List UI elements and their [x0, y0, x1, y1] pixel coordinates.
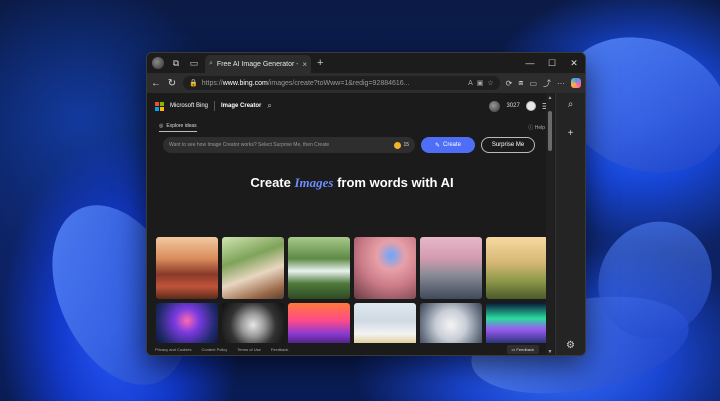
hero-em: Images — [294, 175, 334, 190]
gallery-image-cherry-path[interactable] — [420, 237, 482, 299]
url-path: /images/create?toWww=1&redig=92884616... — [267, 79, 410, 87]
copilot-icon[interactable] — [571, 78, 581, 88]
maximize-icon[interactable]: ☐ — [541, 58, 563, 69]
hero-title: Create Images from words with AI — [147, 175, 557, 191]
gallery-image-picnic[interactable] — [222, 237, 284, 299]
surprise-me-label: Surprise Me — [491, 142, 525, 148]
url-host: www.bing.com — [222, 79, 268, 87]
prompt-row: Want to see how Image Creator works? Sel… — [147, 137, 557, 153]
explore-icon: ◎ — [159, 122, 164, 129]
rewards-points[interactable]: 3027 — [506, 103, 519, 109]
sidebar-search-icon[interactable]: ⌕ — [568, 99, 574, 110]
brand-name[interactable]: Microsoft Bing — [170, 103, 208, 109]
microsoft-logo-icon[interactable] — [155, 101, 164, 111]
footer-link-feedback[interactable]: Feedback — [271, 347, 289, 352]
back-icon[interactable]: ← — [151, 78, 161, 89]
surprise-me-button[interactable]: Surprise Me — [481, 137, 535, 153]
lock-icon: 🔒 — [189, 80, 198, 87]
explore-label: Explore ideas — [166, 122, 197, 129]
extensions-icon[interactable]: ⟳ — [506, 79, 513, 88]
header-divider — [214, 101, 216, 111]
edge-sidebar: ⌕ + ⚙ — [555, 93, 585, 355]
create-button[interactable]: ✎ Create — [421, 137, 475, 153]
close-window-icon[interactable]: ✕ — [563, 58, 585, 69]
scrollbar-thumb[interactable] — [548, 111, 552, 151]
image-grid — [156, 237, 548, 347]
create-sparkle-icon: ✎ — [434, 142, 440, 149]
product-name[interactable]: Image Creator — [221, 103, 261, 109]
split-icon[interactable]: ⧈ — [518, 78, 523, 88]
hero-part1: Create — [250, 175, 295, 190]
help-icon: ⓘ — [528, 124, 534, 131]
boost-count-value: 15 — [403, 142, 409, 148]
help-link[interactable]: ⓘ Help — [528, 124, 545, 131]
address-bar-row: ← ↻ 🔒 https://www.bing.com/images/create… — [147, 73, 585, 93]
screen-cast-icon[interactable]: ▭ — [529, 79, 537, 88]
minimize-icon[interactable]: — — [519, 58, 541, 69]
create-button-label: Create — [443, 142, 462, 148]
boost-count: 15 — [394, 141, 409, 149]
feedback-button[interactable]: ▭ Feedback — [506, 344, 539, 354]
close-tab-icon[interactable]: × — [302, 60, 307, 69]
url-field[interactable]: 🔒 https://www.bing.com/images/create?toW… — [183, 76, 500, 90]
tab-bar: ⧉ ▭ ⌕ Free AI Image Generator - Image × … — [147, 53, 585, 73]
footer-link-content-policy[interactable]: Content Policy — [201, 347, 227, 352]
gallery-image-polar-bear[interactable] — [354, 303, 416, 347]
url-prefix: https:// — [201, 79, 223, 87]
hero-part2: from words with AI — [333, 175, 454, 190]
favorite-star-icon[interactable]: ☆ — [487, 79, 493, 87]
header-search-icon[interactable]: ⌕ — [267, 101, 271, 111]
split-screen-icon[interactable]: ▣ — [477, 79, 484, 87]
prompt-placeholder: Want to see how Image Creator works? Sel… — [169, 142, 330, 148]
tab-explore-ideas[interactable]: ◎ Explore ideas — [159, 123, 197, 132]
scroll-down-icon[interactable]: ▼ — [546, 349, 554, 355]
browser-window: ⧉ ▭ ⌕ Free AI Image Generator - Image × … — [146, 52, 586, 356]
gallery-image-rider-sunset[interactable] — [288, 303, 350, 347]
sidebar-settings-icon[interactable]: ⚙ — [566, 340, 575, 351]
gallery-image-tulips[interactable] — [156, 237, 218, 299]
subnav: ◎ Explore ideas ⓘ Help — [147, 119, 557, 135]
footer-link-terms[interactable]: Terms of Use — [237, 347, 261, 352]
share-icon[interactable]: ⤴ — [543, 78, 551, 89]
refresh-icon[interactable]: ↻ — [167, 78, 177, 89]
help-label: Help — [534, 124, 545, 131]
gallery-image-aurora[interactable] — [486, 303, 548, 347]
page-footer: Privacy and Cookies Content Policy Terms… — [147, 343, 557, 355]
footer-link-privacy[interactable]: Privacy and Cookies — [155, 347, 191, 352]
read-aloud-icon[interactable]: A — [468, 80, 473, 87]
more-options-icon[interactable]: ··· — [557, 79, 565, 88]
gallery-image-moon[interactable] — [222, 303, 284, 347]
gallery-image-waterfall[interactable] — [288, 237, 350, 299]
tab-image-creator[interactable]: ⌕ Free AI Image Generator - Image × — [205, 55, 311, 73]
boost-coin-icon — [394, 141, 402, 149]
sidebar-add-icon[interactable]: + — [568, 128, 574, 139]
gallery-image-butterfly[interactable] — [354, 237, 416, 299]
feedback-icon: ▭ — [511, 346, 516, 352]
rewards-icon[interactable] — [525, 101, 536, 111]
scroll-up-icon[interactable]: ▲ — [546, 95, 554, 101]
gallery-image-field-tree[interactable] — [486, 237, 548, 299]
tab-search-icon: ⌕ — [209, 60, 213, 67]
workspaces-icon[interactable]: ⧉ — [169, 56, 183, 70]
gallery-image-fantasy-tree[interactable] — [156, 303, 218, 347]
new-tab-icon[interactable]: + — [317, 57, 323, 69]
bing-header: Microsoft Bing Image Creator ⌕ 3027 ☰ — [147, 93, 557, 119]
profile-icon[interactable] — [151, 56, 165, 70]
tab-title: Free AI Image Generator - Image — [216, 60, 298, 68]
page-scrollbar[interactable]: ▲ ▼ — [546, 93, 554, 355]
prompt-input[interactable]: Want to see how Image Creator works? Sel… — [163, 137, 415, 153]
gallery-image-white-flower[interactable] — [420, 303, 482, 347]
tab-actions-icon[interactable]: ▭ — [187, 56, 201, 70]
feedback-button-label: Feedback — [516, 346, 534, 352]
user-avatar[interactable] — [489, 100, 501, 112]
